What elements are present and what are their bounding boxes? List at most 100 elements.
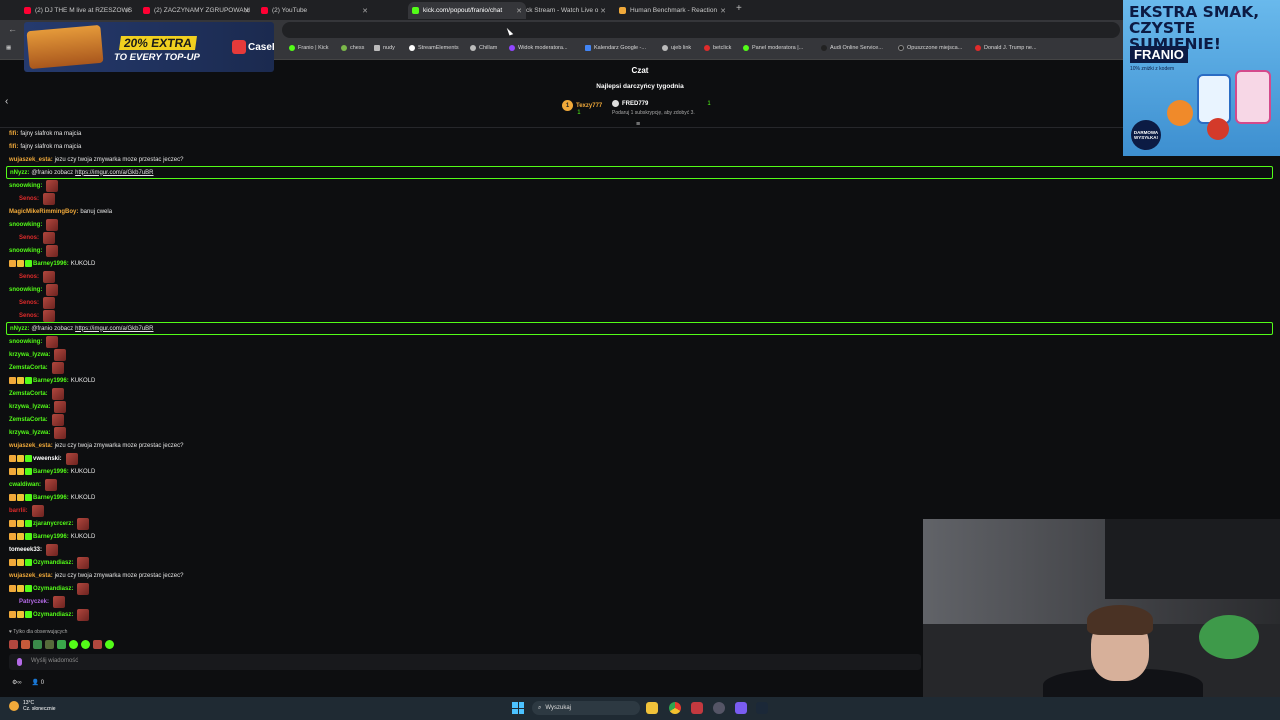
bookmark-chess[interactable]: chess: [341, 45, 364, 51]
chat-username[interactable]: ZemstaCorta:: [9, 391, 48, 397]
chat-message[interactable]: Senos:: [9, 192, 1273, 205]
close-icon[interactable]: ✕: [600, 7, 606, 15]
chat-username[interactable]: Ozymandiasz:: [33, 612, 73, 618]
chat-message[interactable]: snoowking:: [9, 244, 1273, 257]
emote-icon[interactable]: [81, 640, 90, 649]
chat-username[interactable]: barrlii:: [9, 508, 28, 514]
chat-username[interactable]: wujaszek_esta:: [9, 573, 53, 579]
chat-message[interactable]: ZemstaCorta:: [9, 361, 1273, 374]
bookmark-panel-moderatora[interactable]: Panel moderatora |...: [743, 45, 803, 51]
tab-kick-chat[interactable]: kick.com/popout/franio/chat ✕: [408, 2, 526, 19]
bookmark-trump[interactable]: Donald J. Trump ne...: [975, 45, 1037, 51]
chat-message[interactable]: snoowking:: [9, 283, 1273, 296]
chat-username[interactable]: wujaszek_esta:: [9, 443, 53, 449]
chat-username[interactable]: Barney1996:: [33, 261, 69, 267]
chat-username[interactable]: krzywa_lyzwa:: [9, 352, 50, 358]
apps-icon[interactable]: ▦: [6, 45, 11, 51]
chat-username[interactable]: Barney1996:: [33, 469, 69, 475]
emote-icon[interactable]: [21, 640, 30, 649]
chat-message[interactable]: wujaszek_esta: jezu czy twoja zmywarka mo…: [9, 153, 1273, 166]
chat-message[interactable]: ZemstaCorta:: [9, 413, 1273, 426]
close-icon[interactable]: ✕: [362, 7, 368, 15]
bookmark-widok-moderatora[interactable]: Widok moderatora...: [509, 45, 568, 51]
close-icon[interactable]: ✕: [125, 7, 131, 15]
chat-message[interactable]: Senos:: [9, 309, 1273, 322]
chat-username[interactable]: Patryczek:: [19, 599, 49, 605]
chat-message[interactable]: wujaszek_esta: jezu czy twoja zmywarka mo…: [9, 439, 1273, 452]
emote-icon[interactable]: [93, 640, 102, 649]
bookmark-kalendarz[interactable]: Kalendarz Google -...: [585, 45, 646, 51]
emote-icon[interactable]: [69, 640, 78, 649]
bookmark-franio-kick[interactable]: Franio | Kick: [289, 45, 328, 51]
tab-youtube[interactable]: (2) YouTube ✕: [257, 2, 372, 19]
chat-username[interactable]: Senos:: [19, 313, 39, 319]
chat-username[interactable]: nNyzz:: [10, 170, 29, 176]
chat-username[interactable]: fifi:: [9, 131, 18, 137]
chevron-left-icon[interactable]: ‹: [5, 96, 8, 107]
donor-1[interactable]: 1 Texzy777 1: [562, 100, 609, 116]
chrome-icon[interactable]: [669, 702, 681, 714]
chat-username[interactable]: krzywa_lyzwa:: [9, 404, 50, 410]
chat-username[interactable]: Senos:: [19, 235, 39, 241]
chat-username[interactable]: ZemstaCorta:: [9, 417, 48, 423]
close-icon[interactable]: ✕: [720, 7, 726, 15]
chat-username[interactable]: cwaldiwan:: [9, 482, 41, 488]
chat-message[interactable]: nNyzz: @franio zobacz https://imgur.com/a/…: [6, 166, 1273, 179]
chat-message[interactable]: krzywa_lyzwa:: [9, 400, 1273, 413]
emote-icon[interactable]: [9, 640, 18, 649]
windows-start-icon[interactable]: [512, 702, 524, 714]
microphone-icon[interactable]: [17, 658, 22, 666]
chat-username[interactable]: snoowking:: [9, 339, 42, 345]
chat-message[interactable]: nNyzz: @franio zobacz https://imgur.com/a/…: [6, 322, 1273, 335]
settings-icon[interactable]: [713, 702, 725, 714]
chat-message[interactable]: Barney1996: KUKOLD: [9, 257, 1273, 270]
bookmark-ujeb-link[interactable]: ujeb link: [662, 45, 691, 51]
discord-icon[interactable]: [735, 702, 747, 714]
chat-message[interactable]: barrlii:: [9, 504, 1273, 517]
chat-username[interactable]: Barney1996:: [33, 495, 69, 501]
chat-link[interactable]: https://imgur.com/a/Gkb7uBR: [75, 326, 153, 332]
chat-username[interactable]: Ozymandiasz:: [33, 560, 73, 566]
chat-message[interactable]: snoowking:: [9, 179, 1273, 192]
chat-message[interactable]: snoowking:: [9, 218, 1273, 231]
bookmark-audi[interactable]: Audi Online Service...: [821, 45, 883, 51]
chat-username[interactable]: krzywa_lyzwa:: [9, 430, 50, 436]
chat-message[interactable]: MagicMikeRimmingBoy: banuj cwela: [9, 205, 1273, 218]
chat-username[interactable]: Barney1996:: [33, 378, 69, 384]
tab-zaczynamy[interactable]: (2) ZACZYNAMY ZGRUPOWANI ✕: [139, 2, 254, 19]
chat-username[interactable]: Senos:: [19, 196, 39, 202]
chat-username[interactable]: Senos:: [19, 274, 39, 280]
back-arrow-icon[interactable]: ←: [8, 24, 17, 34]
chat-username[interactable]: Barney1996:: [33, 534, 69, 540]
tab-human-benchmark[interactable]: Human Benchmark - Reaction ✕: [615, 2, 730, 19]
bookmark-betclick[interactable]: betclick: [704, 45, 731, 51]
chat-message[interactable]: Senos:: [9, 231, 1273, 244]
chat-username[interactable]: Ozymandiasz:: [33, 586, 73, 592]
bookmark-nudy[interactable]: nudy: [374, 45, 395, 51]
casehug-ad-banner[interactable]: 20% EXTRA TO EVERY TOP-UP CaseHug: [24, 22, 274, 72]
chat-message[interactable]: fifi: fajny slafrok ma majcia: [9, 140, 1273, 153]
chat-message[interactable]: fifi: fajny slafrok ma majcia: [9, 127, 1273, 140]
omnibox[interactable]: [282, 22, 1120, 38]
chat-username[interactable]: snoowking:: [9, 248, 42, 254]
bookmark-streamelements[interactable]: StreamElements: [409, 45, 459, 51]
emote-icon[interactable]: [105, 640, 114, 649]
chat-username[interactable]: snoowking:: [9, 183, 42, 189]
message-input[interactable]: Wyślij wiadomość: [9, 654, 921, 670]
chat-username[interactable]: tomeeek33:: [9, 547, 42, 553]
chat-username[interactable]: MagicMikeRimmingBoy:: [9, 209, 78, 215]
chat-link[interactable]: https://imgur.com/a/Gkb7uBR: [75, 170, 153, 176]
file-explorer-icon[interactable]: [646, 702, 658, 714]
chat-username[interactable]: ZemstaCorta:: [9, 365, 48, 371]
chat-message[interactable]: ZemstaCorta:: [9, 387, 1273, 400]
weather-widget[interactable]: 13°C Cz. słonecznie: [9, 700, 56, 712]
chat-message[interactable]: krzywa_lyzwa:: [9, 426, 1273, 439]
chat-username[interactable]: wujaszek_esta:: [9, 157, 53, 163]
chat-username[interactable]: snoowking:: [9, 287, 42, 293]
steam-icon[interactable]: [756, 702, 768, 714]
settings-icon[interactable]: ⚙∞: [12, 679, 22, 686]
chat-username[interactable]: fifi:: [9, 144, 18, 150]
chat-message[interactable]: Barney1996: KUKOLD: [9, 374, 1273, 387]
donor-2[interactable]: FRED779 1: [612, 100, 711, 107]
app-icon[interactable]: [691, 702, 703, 714]
